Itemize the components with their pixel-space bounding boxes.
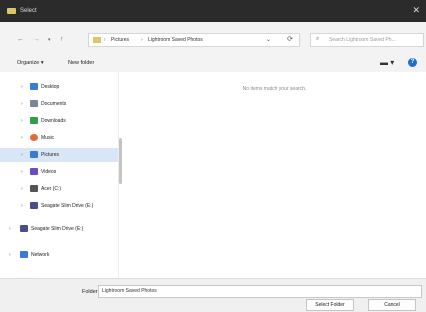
sidebar-scrollbar[interactable]: [119, 138, 122, 184]
cancel-button[interactable]: Cancel: [368, 299, 416, 311]
sidebar-item-label: Videos: [41, 169, 57, 175]
pictures-icon: [30, 151, 38, 158]
recent-locations-icon[interactable]: ▾: [48, 37, 51, 43]
folder-icon: [93, 37, 101, 43]
up-arrow-icon[interactable]: ↑: [60, 36, 64, 43]
sidebar-item-pictures[interactable]: › Pictures: [0, 148, 118, 162]
sidebar-item-acer-c[interactable]: › Acer (C:): [0, 182, 118, 196]
sidebar-item-seagate-e-root[interactable]: › Seagate Slim Drive (E:): [0, 222, 118, 236]
chevron-right-icon[interactable]: ›: [9, 226, 11, 232]
folder-field-value: Lightroom Saved Photos: [102, 288, 157, 294]
chevron-right-icon[interactable]: ›: [9, 252, 11, 258]
search-icon: ⌕: [316, 36, 320, 42]
sidebar-item-network[interactable]: › Network: [0, 248, 118, 262]
window-title: Select: [20, 8, 37, 14]
sidebar-item-desktop[interactable]: › Desktop: [0, 80, 118, 94]
file-list[interactable]: No items match your search.: [123, 72, 426, 278]
breadcrumb-pictures[interactable]: Pictures: [111, 37, 129, 43]
sidebar-item-downloads[interactable]: › Downloads: [0, 114, 118, 128]
title-bar: Select ✕: [0, 0, 426, 22]
sidebar-item-label: Pictures: [41, 152, 60, 158]
chevron-right-icon[interactable]: ›: [21, 118, 23, 124]
back-arrow-icon[interactable]: ←: [17, 36, 24, 43]
sidebar-item-label: Seagate Slim Drive (E:): [41, 203, 94, 209]
breadcrumb-separator: ›: [104, 37, 106, 43]
navigation-pane: › Desktop › Documents › Downloads › Musi…: [0, 72, 119, 278]
external-drive-icon: [20, 225, 28, 232]
videos-icon: [30, 168, 38, 175]
chevron-down-icon[interactable]: ⌄: [266, 36, 271, 43]
organize-button[interactable]: Organize ▾: [17, 60, 44, 66]
chevron-right-icon[interactable]: ›: [21, 135, 23, 141]
search-box[interactable]: ⌕ Search Lightroom Saved Ph...: [310, 33, 424, 47]
sidebar-item-label: Acer (C:): [41, 186, 61, 192]
view-options-icon[interactable]: ▬ ▾: [380, 58, 394, 67]
sidebar-item-documents[interactable]: › Documents: [0, 97, 118, 111]
music-icon: [30, 134, 38, 141]
downloads-icon: [30, 117, 38, 124]
chevron-right-icon[interactable]: ›: [21, 186, 23, 192]
sidebar-item-label: Music: [41, 135, 55, 141]
chevron-right-icon[interactable]: ›: [21, 101, 23, 107]
chevron-right-icon[interactable]: ›: [21, 169, 23, 175]
sidebar-item-label: Network: [31, 252, 50, 258]
chevron-right-icon[interactable]: ›: [21, 203, 23, 209]
search-placeholder: Search Lightroom Saved Ph...: [329, 37, 396, 43]
navigation-bar: ← → ▾ ↑ › Pictures › Lightroom Saved Pho…: [0, 22, 426, 56]
desktop-icon: [30, 83, 38, 90]
empty-message: No items match your search.: [242, 86, 307, 92]
chevron-right-icon[interactable]: ›: [21, 152, 23, 158]
refresh-icon[interactable]: ⟳: [287, 35, 293, 43]
folder-label: Folder:: [82, 289, 100, 295]
sidebar-item-label: Desktop: [41, 84, 60, 90]
network-icon: [20, 251, 28, 258]
folder-icon: [7, 8, 16, 14]
drive-icon: [30, 185, 38, 192]
address-bar[interactable]: › Pictures › Lightroom Saved Photos ⌄ ⟳: [88, 33, 300, 47]
breadcrumb-lightroom[interactable]: Lightroom Saved Photos: [148, 37, 203, 43]
forward-arrow-icon[interactable]: →: [33, 36, 40, 43]
documents-icon: [30, 100, 38, 107]
breadcrumb-separator: ›: [141, 37, 143, 43]
dialog-footer: Folder: Lightroom Saved Photos Select Fo…: [0, 278, 426, 312]
select-folder-button[interactable]: Select Folder: [306, 299, 354, 311]
chevron-right-icon[interactable]: ›: [21, 84, 23, 90]
external-drive-icon: [30, 202, 38, 209]
command-bar: Organize ▾ New folder ▬ ▾ ?: [0, 56, 426, 72]
sidebar-item-label: Documents: [41, 101, 67, 107]
sidebar-item-music[interactable]: › Music: [0, 131, 118, 145]
sidebar-item-videos[interactable]: › Videos: [0, 165, 118, 179]
folder-field[interactable]: Lightroom Saved Photos: [98, 285, 422, 298]
sidebar-item-label: Seagate Slim Drive (E:): [31, 226, 84, 232]
new-folder-button[interactable]: New folder: [68, 60, 94, 66]
sidebar-item-seagate-e[interactable]: › Seagate Slim Drive (E:): [0, 199, 118, 213]
help-icon[interactable]: ?: [408, 58, 417, 67]
sidebar-item-label: Downloads: [41, 118, 66, 124]
close-button[interactable]: ✕: [412, 5, 420, 16]
